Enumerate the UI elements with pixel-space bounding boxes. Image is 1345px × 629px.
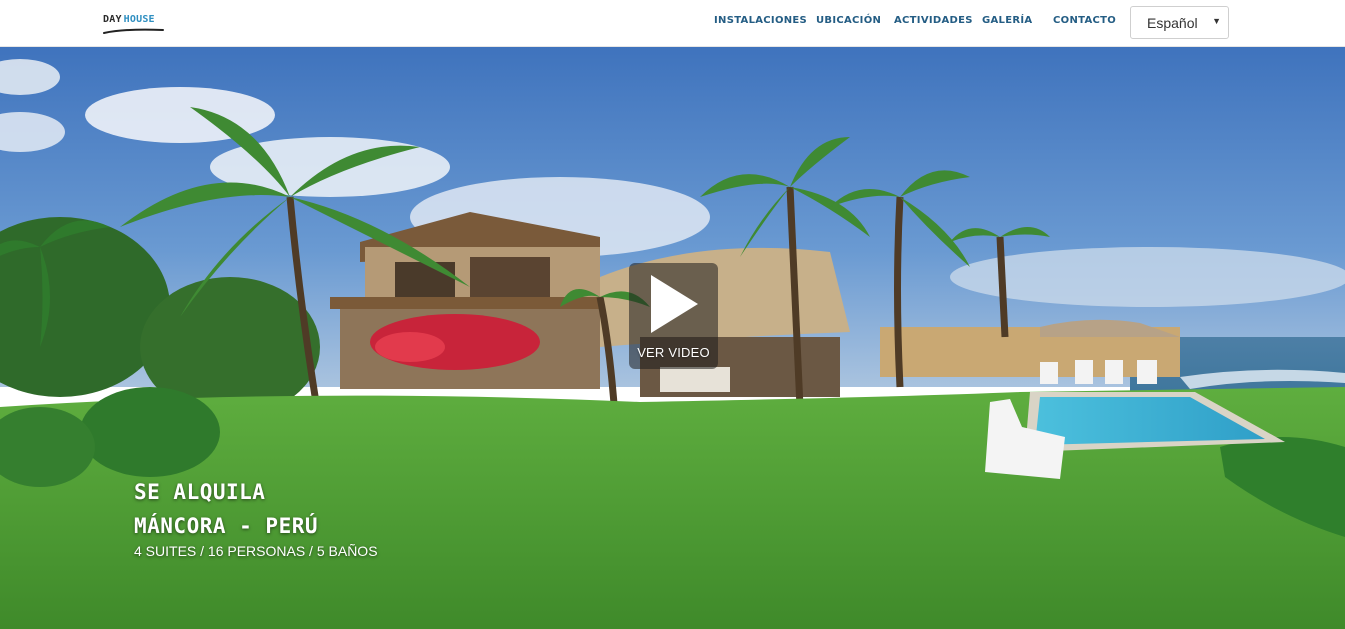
hero-banner: VER VIDEO SE ALQUILA MÁNCORA - PERÚ 4 SU…	[0, 47, 1345, 629]
hero-title-line2: MÁNCORA - PERÚ	[134, 514, 319, 538]
play-video-label[interactable]: VER VIDEO	[629, 345, 718, 360]
hero-caption: SE ALQUILA MÁNCORA - PERÚ 4 SUITES / 16 …	[134, 475, 378, 559]
nav-item-galeria[interactable]: Galería	[982, 15, 1032, 26]
nav-item-contacto[interactable]: Contacto	[1053, 15, 1116, 26]
top-navbar: DAY HOUSE Instalaciones Ubicación Activid…	[0, 0, 1345, 47]
language-select-value: Español	[1147, 15, 1198, 31]
nav-item-actividades[interactable]: Actividades	[894, 15, 973, 26]
nav-item-ubicacion[interactable]: Ubicación	[816, 15, 881, 26]
site-logo[interactable]: DAY HOUSE	[103, 14, 167, 38]
language-select[interactable]: Español ▼	[1130, 6, 1229, 39]
hero-subtitle: 4 SUITES / 16 PERSONAS / 5 BAÑOS	[134, 543, 378, 559]
logo-text-day: DAY	[103, 14, 122, 25]
play-icon	[651, 275, 698, 333]
logo-text-house: HOUSE	[123, 14, 155, 25]
logo-underline-icon	[103, 28, 164, 34]
hero-title-line1: SE ALQUILA	[134, 480, 266, 504]
nav-item-instalaciones[interactable]: Instalaciones	[714, 15, 807, 26]
chevron-down-icon: ▼	[1212, 16, 1221, 26]
